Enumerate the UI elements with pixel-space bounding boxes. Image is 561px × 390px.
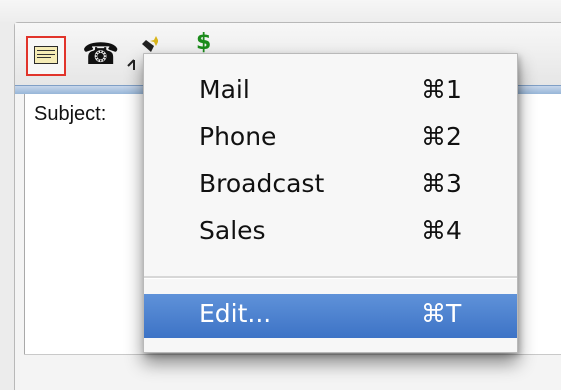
menu-separator	[144, 276, 517, 279]
phone-icon[interactable]: ☎	[82, 37, 119, 73]
menu-item-label: Sales	[199, 216, 266, 245]
menu-item-mail[interactable]: Mail ⌘1	[144, 72, 517, 112]
menu-item-shortcut: ⌘T	[421, 299, 462, 328]
menu-item-shortcut: ⌘2	[421, 122, 462, 151]
mail-icon[interactable]	[26, 36, 66, 76]
menu-item-label: Broadcast	[199, 169, 325, 198]
menu-item-shortcut: ⌘1	[421, 75, 462, 104]
sales-icon[interactable]: $	[196, 31, 220, 55]
content-divider	[24, 354, 561, 355]
menu-item-shortcut: ⌘3	[421, 169, 462, 198]
template-menu: Mail ⌘1 Phone ⌘2 Broadcast ⌘3 Sales ⌘4 E…	[143, 53, 518, 353]
menu-item-label: Mail	[199, 75, 250, 104]
subject-label: Subject:	[34, 103, 107, 125]
menu-item-sales[interactable]: Sales ⌘4	[144, 213, 517, 253]
menu-item-label: Edit...	[199, 299, 272, 328]
menu-item-phone[interactable]: Phone ⌘2	[144, 119, 517, 159]
menu-item-broadcast[interactable]: Broadcast ⌘3	[144, 166, 517, 206]
menu-item-shortcut: ⌘4	[421, 216, 462, 245]
menu-item-label: Phone	[199, 122, 277, 151]
window-top-strip	[0, 0, 561, 22]
menu-item-edit[interactable]: Edit... ⌘T	[144, 294, 517, 338]
